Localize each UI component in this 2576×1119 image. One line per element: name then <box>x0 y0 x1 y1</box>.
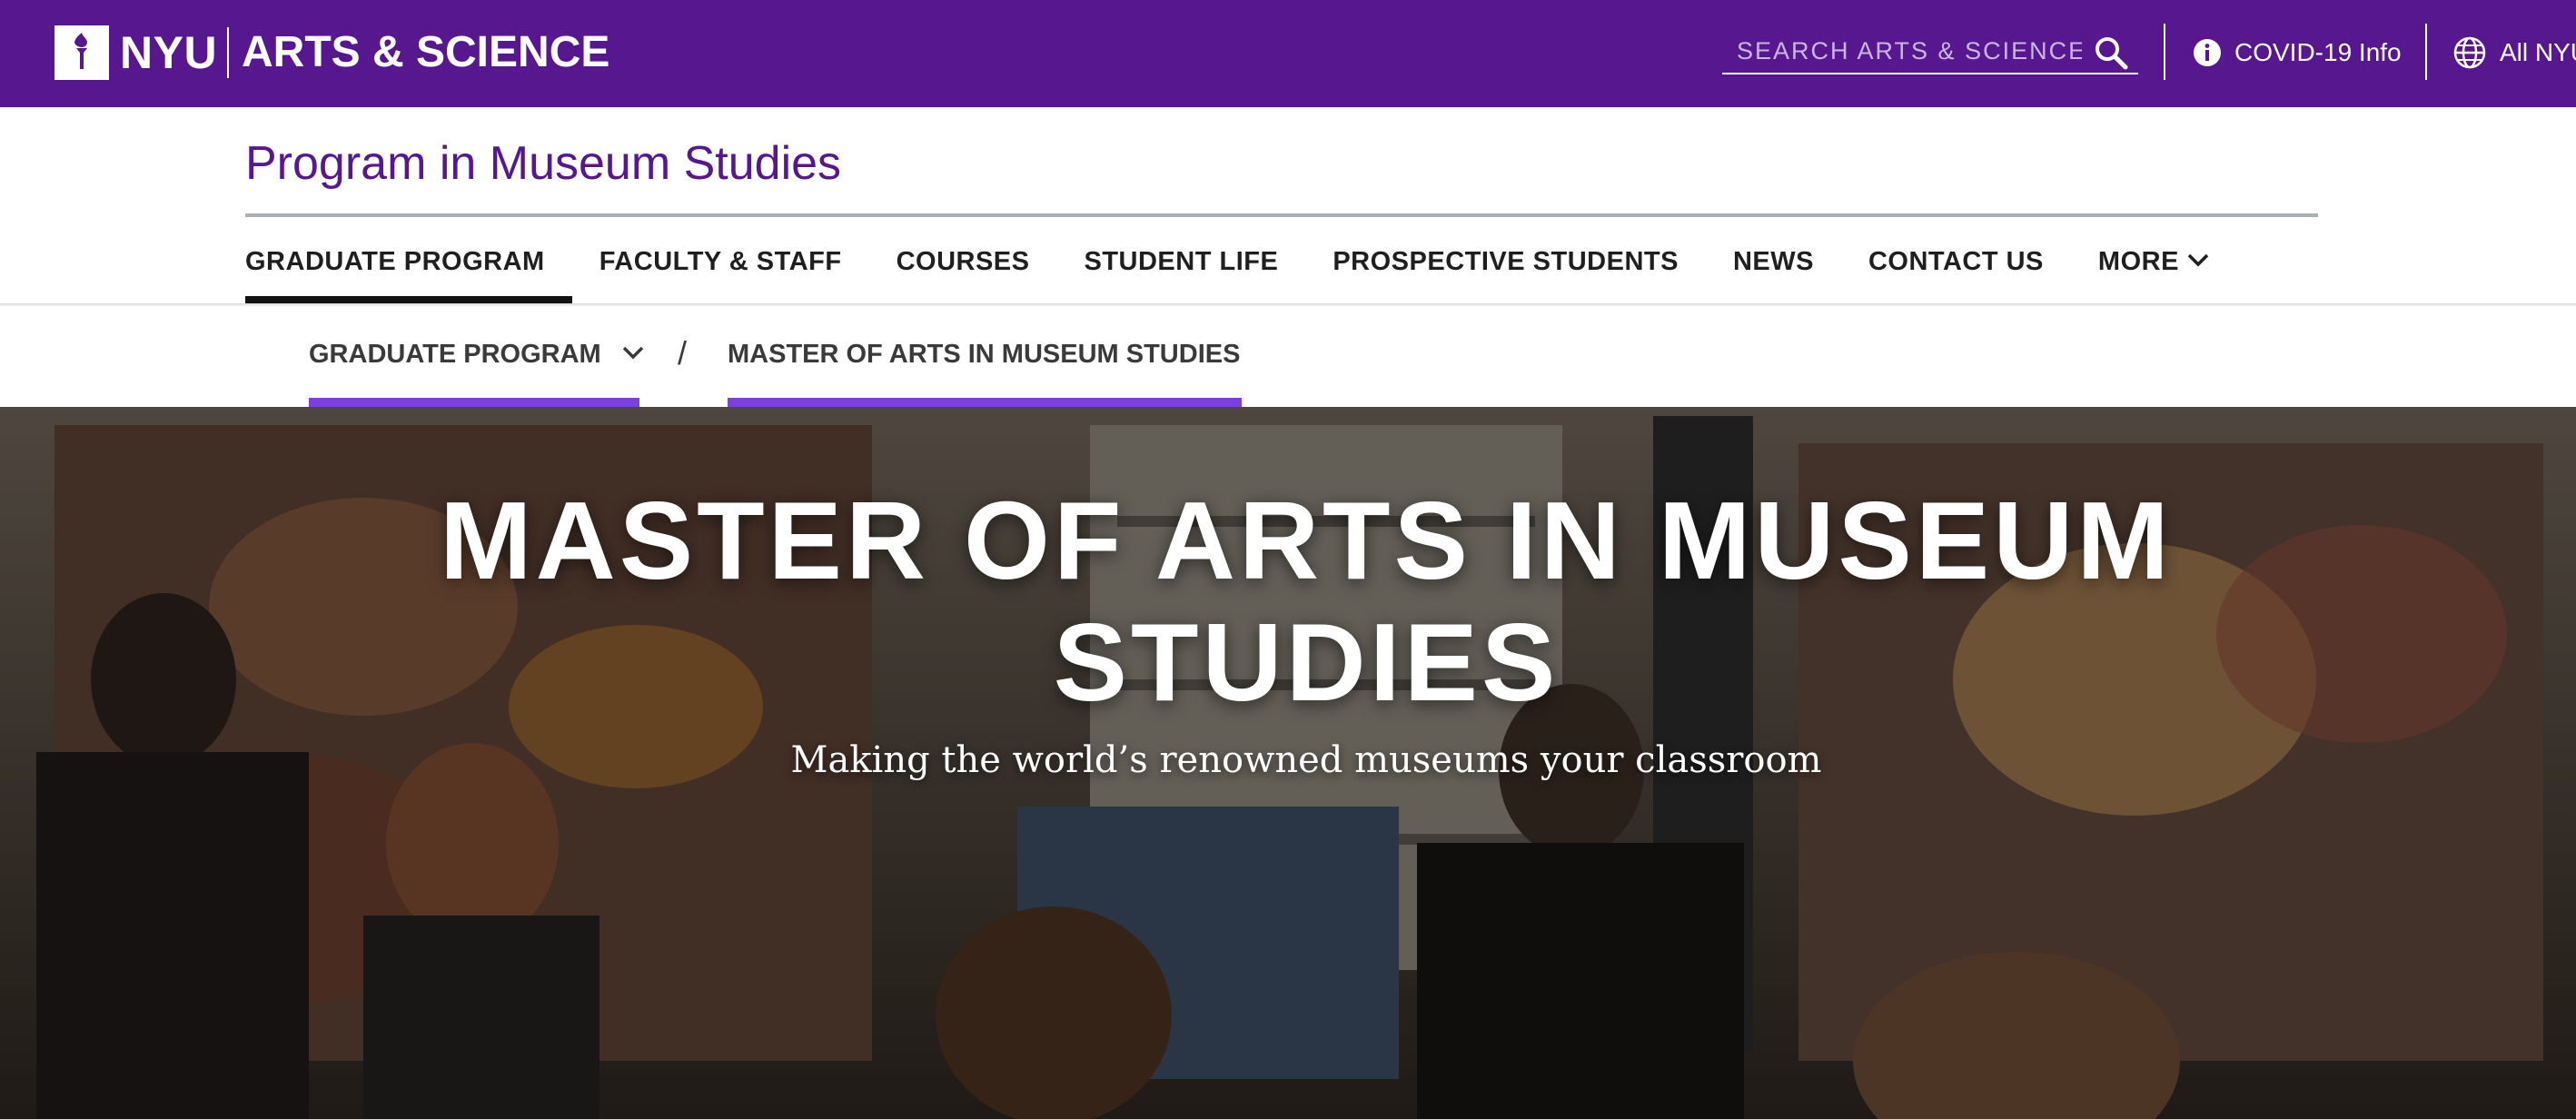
nav-item-label: GRADUATE PROGRAM <box>245 247 545 276</box>
search-box <box>1722 27 2138 74</box>
nav-item-label: NEWS <box>1732 247 1814 276</box>
nav-item-faculty-staff[interactable]: FACULTY & STAFF <box>599 234 842 303</box>
search-icon[interactable] <box>2093 35 2129 71</box>
breadcrumb-label: MASTER OF ARTS IN MUSEUM STUDIES <box>728 340 1241 369</box>
nav-shadow <box>0 303 2576 307</box>
nav-item-label: CONTACT US <box>1868 247 2044 276</box>
logo-divider <box>227 27 229 78</box>
global-header: NYU ARTS & SCIENCE COVID-19 Info All NYU <box>0 0 2576 107</box>
main-nav: GRADUATE PROGRAM FACULTY & STAFF COURSES… <box>245 234 2264 303</box>
hero-title-line-2: STUDIES <box>1053 600 1560 724</box>
nav-item-prospective-students[interactable]: PROSPECTIVE STUDENTS <box>1333 234 1679 303</box>
breadcrumb-label: GRADUATE PROGRAM <box>309 340 601 369</box>
program-title[interactable]: Program in Museum Studies <box>245 134 841 193</box>
header-divider <box>2425 24 2427 80</box>
nav-item-label: PROSPECTIVE STUDENTS <box>1333 247 1679 276</box>
chevron-down-icon <box>2187 253 2209 267</box>
covid-info-link[interactable]: COVID-19 Info <box>2193 33 2402 73</box>
globe-icon <box>2453 36 2486 69</box>
nyu-wordmark[interactable]: NYU <box>120 24 217 82</box>
nav-item-courses[interactable]: COURSES <box>897 234 1030 303</box>
program-title-rule <box>245 213 2318 217</box>
breadcrumb-separator: / <box>678 334 688 371</box>
nyu-torch-logo-icon[interactable] <box>54 25 109 80</box>
info-icon <box>2194 39 2221 66</box>
covid-info-label: COVID-19 Info <box>2234 38 2402 66</box>
hero-title: MASTER OF ARTS IN MUSEUM STUDIES <box>0 480 2576 723</box>
breadcrumb-master-of-arts[interactable]: MASTER OF ARTS IN MUSEUM STUDIES <box>728 309 1242 407</box>
nav-item-news[interactable]: NEWS <box>1733 234 1814 303</box>
nav-item-label: COURSES <box>896 247 1030 276</box>
breadcrumb-graduate-program[interactable]: GRADUATE PROGRAM <box>309 309 643 407</box>
all-nyu-label: All NYU <box>2500 38 2576 66</box>
nav-item-graduate-program[interactable]: GRADUATE PROGRAM <box>245 234 572 303</box>
arts-science-wordmark[interactable]: ARTS & SCIENCE <box>242 24 609 82</box>
nav-item-student-life[interactable]: STUDENT LIFE <box>1084 234 1278 303</box>
header-divider <box>2164 24 2165 80</box>
hero-subtitle: Making the world’s renowned museums your… <box>790 739 1822 781</box>
nav-item-label: MORE <box>2097 247 2179 276</box>
nav-item-label: FACULTY & STAFF <box>599 247 842 276</box>
chevron-down-icon <box>622 346 643 360</box>
nav-item-contact-us[interactable]: CONTACT US <box>1868 234 2044 303</box>
hero-title-line-1: MASTER OF ARTS IN MUSEUM <box>440 479 2173 602</box>
all-nyu-link[interactable]: All NYU <box>2452 33 2576 73</box>
nav-item-label: STUDENT LIFE <box>1084 247 1279 276</box>
hero-banner: MASTER OF ARTS IN MUSEUM STUDIES Making … <box>0 407 2576 1119</box>
nav-item-more[interactable]: MORE <box>2098 234 2210 303</box>
search-input[interactable] <box>1737 33 2082 69</box>
